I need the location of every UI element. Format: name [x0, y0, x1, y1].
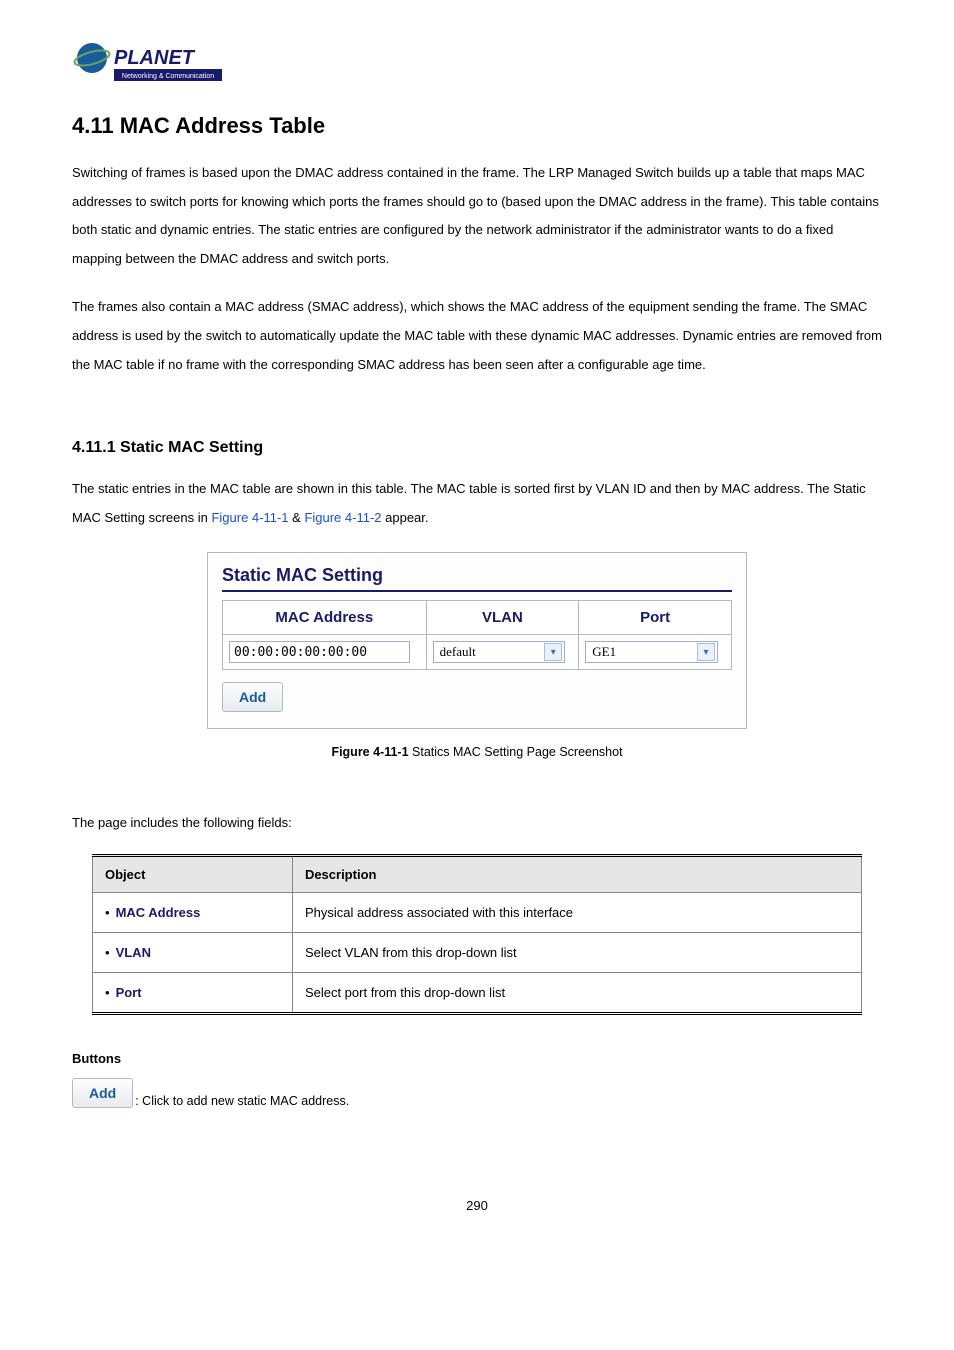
col-header-port: Port [579, 601, 732, 635]
obj-desc: Select port from this drop-down list [292, 972, 861, 1013]
add-button[interactable]: Add [222, 682, 283, 712]
vlan-select[interactable]: default ▾ [433, 641, 566, 663]
buttons-heading: Buttons [72, 1051, 882, 1066]
obj-label: VLAN [116, 945, 151, 960]
static-mac-form-table: MAC Address VLAN Port default ▾ GE1 [222, 600, 732, 670]
subsection-heading: 4.11.1 Static MAC Setting [72, 439, 882, 457]
panel-title: Static MAC Setting [222, 565, 732, 592]
table-row: •VLAN Select VLAN from this drop-down li… [93, 932, 862, 972]
mac-address-input[interactable] [229, 641, 410, 663]
intro-pre: The static entries in the MAC table are … [72, 481, 866, 525]
add-button-desc: : Click to add new static MAC address. [135, 1094, 349, 1108]
paragraph-2: The frames also contain a MAC address (S… [72, 293, 882, 379]
vlan-select-value: default [440, 644, 476, 660]
figure-link-1[interactable]: Figure 4-11-1 [211, 510, 288, 525]
fields-intro: The page includes the following fields: [72, 809, 882, 838]
obj-label: MAC Address [116, 905, 201, 920]
col-header-mac: MAC Address [223, 601, 427, 635]
logo: PLANET Networking & Communication [72, 40, 882, 95]
figure-link-2[interactable]: Figure 4-11-2 [304, 510, 381, 525]
intro-post: appear. [382, 510, 429, 525]
static-mac-setting-panel: Static MAC Setting MAC Address VLAN Port… [207, 552, 747, 729]
paragraph-1: Switching of frames is based upon the DM… [72, 159, 882, 273]
fields-description-table: Object Description •MAC Address Physical… [92, 854, 862, 1015]
subsection-intro: The static entries in the MAC table are … [72, 475, 882, 532]
planet-logo-icon: PLANET Networking & Communication [72, 40, 232, 95]
button-description-row: Add : Click to add new static MAC addres… [72, 1078, 882, 1108]
figure-caption: Figure 4-11-1 Statics MAC Setting Page S… [72, 745, 882, 759]
table-row: •Port Select port from this drop-down li… [93, 972, 862, 1013]
chevron-down-icon: ▾ [697, 643, 715, 661]
add-button-sample[interactable]: Add [72, 1078, 133, 1108]
col-header-vlan: VLAN [426, 601, 579, 635]
logo-brand-text: PLANET [114, 47, 196, 69]
fields-head-desc: Description [292, 855, 861, 892]
section-heading: 4.11 MAC Address Table [72, 113, 882, 139]
fields-head-object: Object [93, 855, 293, 892]
intro-mid: & [289, 510, 305, 525]
obj-desc: Physical address associated with this in… [292, 892, 861, 932]
obj-label: Port [116, 985, 142, 1000]
obj-desc: Select VLAN from this drop-down list [292, 932, 861, 972]
figure-caption-label: Figure 4-11-1 [331, 745, 408, 759]
table-row: •MAC Address Physical address associated… [93, 892, 862, 932]
page-number: 290 [72, 1198, 882, 1213]
logo-tagline-text: Networking & Communication [122, 73, 214, 80]
chevron-down-icon: ▾ [544, 643, 562, 661]
figure-caption-text: Statics MAC Setting Page Screenshot [409, 745, 623, 759]
port-select-value: GE1 [592, 644, 616, 660]
port-select[interactable]: GE1 ▾ [585, 641, 718, 663]
